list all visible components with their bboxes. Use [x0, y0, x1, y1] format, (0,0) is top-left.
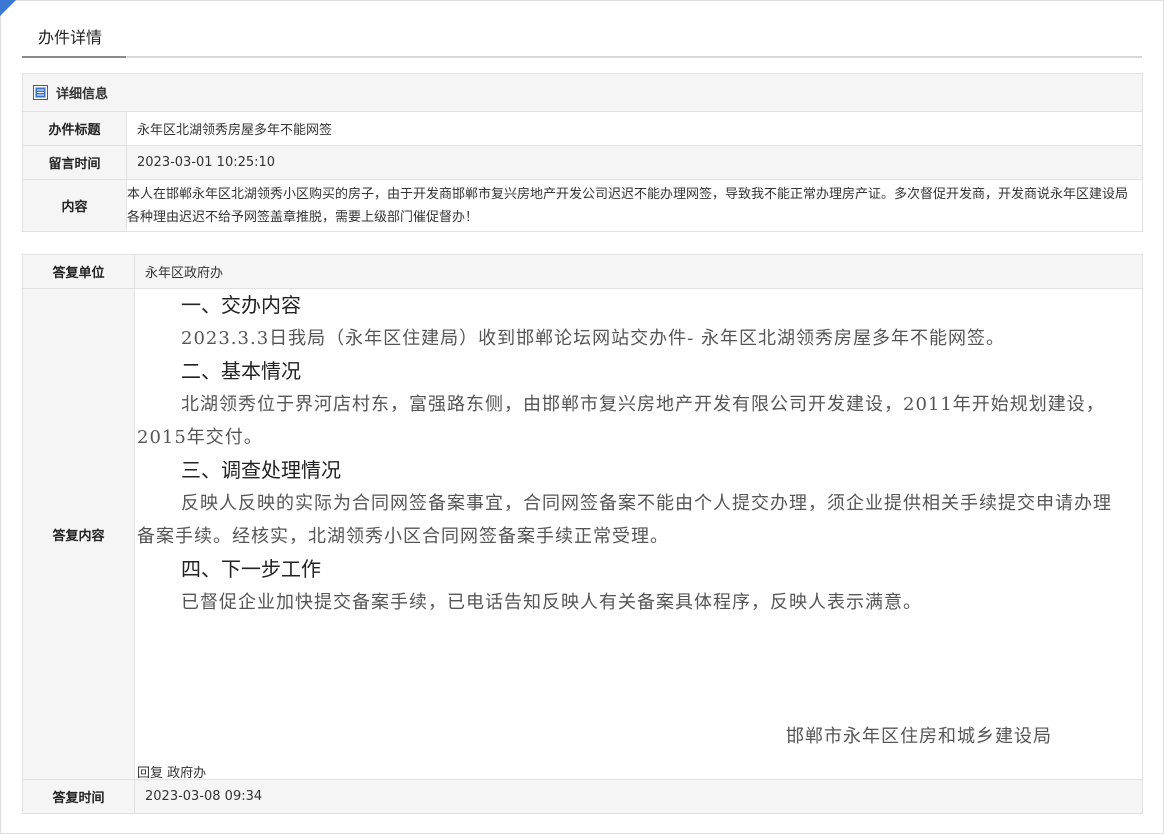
reply-time-value: 2023-03-08 09:34: [134, 779, 1143, 814]
reply-by: 回复 政府办: [137, 766, 207, 781]
signature: 邯郸市永年区住房和城乡建设局: [786, 726, 1052, 747]
reply-content-cell: 一、交办内容 2023.3.3日我局（永年区住建局）收到邯郸论坛网站交办件- 永…: [134, 288, 1143, 781]
reply-unit-value: 永年区政府办: [134, 254, 1143, 289]
section-paragraph-3: 反映人反映的实际为合同网签备案事宜，合同网签备案不能由个人提交办理，须企业提供相…: [137, 493, 1112, 547]
section-heading-2: 二、基本情况: [181, 359, 301, 383]
corner-accent: [0, 0, 16, 16]
details-header-label: 详细信息: [56, 87, 109, 102]
details-table: 详细信息 办件标题 永年区北湖领秀房屋多年不能网签 留言时间 2023-03-0…: [22, 73, 1143, 232]
section-heading-3: 三、调查处理情况: [181, 458, 341, 482]
section-heading-4: 四、下一步工作: [181, 557, 321, 581]
tab-case-details[interactable]: 办件详情: [22, 20, 126, 58]
section-paragraph-2: 北湖领秀位于界河店村东，富强路东侧，由邯郸市复兴房地产开发有限公司开发建设，20…: [137, 394, 1105, 448]
section-paragraph-1: 2023.3.3日我局（永年区住建局）收到邯郸论坛网站交办件- 永年区北湖领秀房…: [181, 328, 1005, 349]
section-paragraph-4: 已督促企业加快提交备案手续，已电话告知反映人有关备案具体程序，反映人表示满意。: [181, 592, 922, 613]
title-value: 永年区北湖领秀房屋多年不能网签: [126, 111, 1143, 146]
details-header: 详细信息: [22, 73, 1143, 112]
reply-content-label: 答复内容: [22, 288, 135, 780]
title-label: 办件标题: [22, 111, 127, 146]
document-list-icon: [33, 85, 48, 100]
message-time-label: 留言时间: [22, 145, 127, 180]
tab-bar: 办件详情: [22, 20, 1142, 58]
reply-time-label: 答复时间: [22, 779, 135, 814]
section-heading-1: 一、交办内容: [181, 293, 301, 317]
reply-content: 一、交办内容 2023.3.3日我局（永年区住建局）收到邯郸论坛网站交办件- 永…: [137, 289, 1124, 781]
content-value: 本人在邯郸永年区北湖领秀小区购买的房子，由于开发商邯郸市复兴房地产开发公司迟迟不…: [126, 179, 1143, 232]
message-time-value: 2023-03-01 10:25:10: [126, 145, 1143, 180]
content-label: 内容: [22, 179, 127, 232]
reply-table: 答复单位 永年区政府办 答复内容 一、交办内容 2023.3.3日我局（永年区住…: [22, 254, 1143, 814]
reply-unit-label: 答复单位: [22, 254, 135, 289]
